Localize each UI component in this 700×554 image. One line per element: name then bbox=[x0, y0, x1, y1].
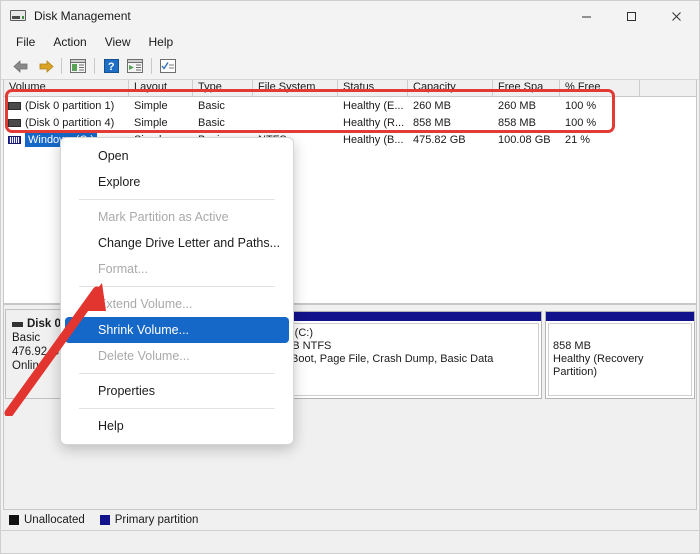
column-header-volume[interactable]: Volume bbox=[4, 80, 129, 96]
partition-color-bar bbox=[546, 312, 694, 321]
window-controls bbox=[564, 1, 699, 31]
svg-text:?: ? bbox=[107, 61, 114, 73]
help-icon[interactable]: ? bbox=[99, 55, 123, 77]
context-menu: Open Explore Mark Partition as Active Ch… bbox=[60, 137, 294, 445]
context-menu-separator bbox=[79, 199, 275, 200]
context-menu-item-shrink-volume[interactable]: Shrink Volume... bbox=[65, 317, 289, 343]
cell-percent-free: 100 % bbox=[565, 116, 597, 129]
menu-bar: File Action View Help bbox=[1, 31, 699, 53]
volume-name: (Disk 0 partition 4) bbox=[25, 116, 115, 129]
menu-file[interactable]: File bbox=[7, 33, 44, 51]
context-menu-item-properties[interactable]: Properties bbox=[65, 378, 289, 404]
title-bar: Disk Management bbox=[1, 1, 699, 31]
legend-label-unallocated: Unallocated bbox=[24, 514, 85, 526]
show-hide-console-tree-icon[interactable] bbox=[66, 55, 90, 77]
partition-recovery[interactable]: 858 MB Healthy (Recovery Partition) bbox=[545, 311, 695, 399]
cell-capacity: 475.82 GB bbox=[413, 133, 466, 146]
column-header-capacity[interactable]: Capacity bbox=[408, 80, 493, 96]
partition-status: Healthy (Recovery Partition) bbox=[553, 353, 644, 378]
volume-list-header: Volume Layout Type File System Status Ca… bbox=[4, 80, 696, 97]
properties-icon[interactable] bbox=[156, 55, 180, 77]
volume-icon bbox=[8, 135, 21, 144]
close-icon[interactable] bbox=[654, 1, 699, 31]
context-menu-separator bbox=[79, 373, 275, 374]
cell-type: Basic bbox=[198, 116, 225, 129]
cell-free-space: 260 MB bbox=[498, 99, 536, 112]
table-row[interactable]: (Disk 0 partition 1) Simple Basic Health… bbox=[4, 97, 696, 114]
column-header-spacer bbox=[640, 80, 696, 96]
maximize-icon[interactable] bbox=[609, 1, 654, 31]
window-title: Disk Management bbox=[34, 9, 131, 23]
context-menu-item-explore[interactable]: Explore bbox=[65, 169, 289, 195]
minimize-icon[interactable] bbox=[564, 1, 609, 31]
partition-icon bbox=[8, 101, 21, 110]
context-menu-separator bbox=[79, 408, 275, 409]
partition-label bbox=[553, 327, 687, 340]
cell-layout: Simple bbox=[134, 99, 168, 112]
menu-view[interactable]: View bbox=[96, 33, 140, 51]
context-menu-item-mark-partition-as-active: Mark Partition as Active bbox=[98, 210, 229, 224]
cell-capacity: 858 MB bbox=[413, 116, 451, 129]
context-menu-item-extend-volume: Extend Volume... bbox=[98, 297, 193, 311]
partition-icon bbox=[8, 118, 21, 127]
cell-layout: Simple bbox=[134, 116, 168, 129]
cell-type: Basic bbox=[198, 99, 225, 112]
context-menu-item-help[interactable]: Help bbox=[65, 413, 289, 439]
toolbar-separator-3 bbox=[151, 58, 152, 74]
partition-size: 858 MB bbox=[553, 340, 591, 352]
table-row[interactable]: (Disk 0 partition 4) Simple Basic Health… bbox=[4, 114, 696, 131]
cell-free-space: 858 MB bbox=[498, 116, 536, 129]
column-header-status[interactable]: Status bbox=[338, 80, 408, 96]
context-menu-item-open[interactable]: Open bbox=[65, 143, 289, 169]
cell-percent-free: 21 % bbox=[565, 133, 591, 146]
column-header-layout[interactable]: Layout bbox=[129, 80, 193, 96]
disk-icon bbox=[12, 321, 23, 327]
cell-free-space: 100.08 GB bbox=[498, 133, 551, 146]
status-bar bbox=[1, 530, 699, 553]
legend-swatch-unallocated bbox=[9, 515, 19, 525]
cell-volume: (Disk 0 partition 4) bbox=[4, 117, 129, 129]
context-menu-item-change-drive-letter-and-paths[interactable]: Change Drive Letter and Paths... bbox=[65, 230, 289, 256]
toolbar: ? bbox=[1, 53, 699, 80]
context-menu-item-format: Format... bbox=[98, 262, 149, 276]
context-menu-item-delete-volume: Delete Volume... bbox=[98, 349, 190, 363]
back-icon[interactable] bbox=[9, 55, 33, 77]
legend-label-primary-partition: Primary partition bbox=[114, 514, 199, 526]
toolbar-separator-2 bbox=[94, 58, 95, 74]
context-menu-separator bbox=[79, 286, 275, 287]
cell-percent-free: 100 % bbox=[565, 99, 597, 112]
disk-management-window: Disk Management File Action View Help ? … bbox=[0, 0, 700, 554]
volume-name: (Disk 0 partition 1) bbox=[25, 99, 115, 112]
column-header-free-space[interactable]: Free Spa bbox=[493, 80, 560, 96]
legend: Unallocated Primary partition bbox=[1, 510, 699, 530]
cell-capacity: 260 MB bbox=[413, 99, 451, 112]
menu-action[interactable]: Action bbox=[44, 33, 95, 51]
show-hide-action-pane-icon[interactable] bbox=[123, 55, 147, 77]
forward-icon[interactable] bbox=[33, 55, 57, 77]
column-header-file-system[interactable]: File System bbox=[253, 80, 338, 96]
legend-swatch-primary-partition bbox=[99, 515, 110, 525]
cell-status: Healthy (B... bbox=[343, 133, 404, 146]
cell-status: Healthy (E... bbox=[343, 99, 404, 112]
disk-management-icon bbox=[10, 8, 26, 24]
column-header-percent-free[interactable]: % Free bbox=[560, 80, 640, 96]
cell-status: Healthy (R... bbox=[343, 116, 405, 129]
cell-volume: (Disk 0 partition 1) bbox=[4, 100, 129, 112]
toolbar-separator bbox=[61, 58, 62, 74]
column-header-type[interactable]: Type bbox=[193, 80, 253, 96]
partition-body: 858 MB Healthy (Recovery Partition) bbox=[548, 323, 692, 396]
menu-help[interactable]: Help bbox=[140, 33, 183, 51]
